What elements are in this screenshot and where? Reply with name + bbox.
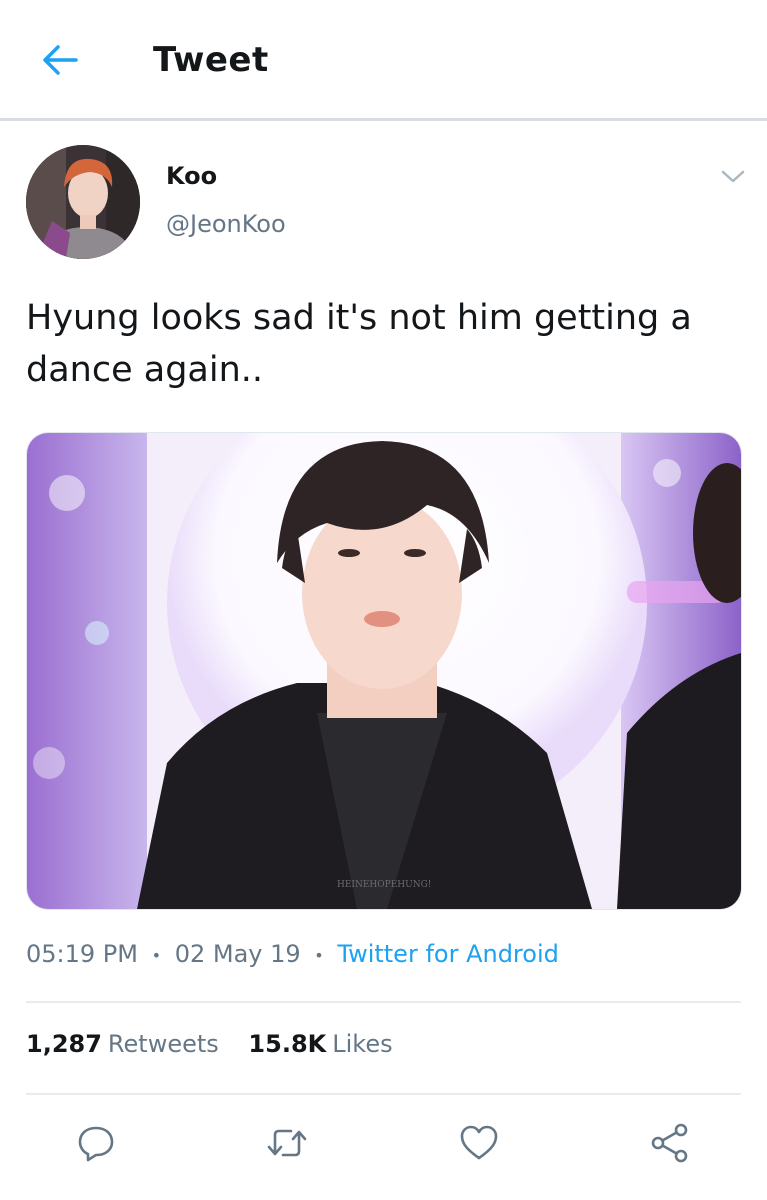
avatar-image xyxy=(26,145,140,259)
tweet-source-link[interactable]: Twitter for Android xyxy=(337,940,558,968)
top-app-bar: Tweet xyxy=(0,0,767,121)
tweet-meta: 05:19 PM • 02 May 19 • Twitter for Andro… xyxy=(26,940,559,968)
likes-count: 15.8K xyxy=(248,1030,327,1058)
author-display-name[interactable]: Koo xyxy=(166,162,217,190)
retweet-icon xyxy=(267,1129,307,1157)
like-button[interactable] xyxy=(454,1118,504,1168)
retweets-count: 1,287 xyxy=(26,1030,102,1058)
page-title: Tweet xyxy=(153,40,269,80)
tweet-detail-screen: Tweet Koo @JeonKoo Hyung looks sad it's … xyxy=(0,0,767,1200)
avatar[interactable] xyxy=(26,145,140,259)
share-button[interactable] xyxy=(645,1118,695,1168)
tweet-date: 02 May 19 xyxy=(174,940,301,968)
meta-separator: • xyxy=(151,945,162,965)
reply-icon xyxy=(78,1126,114,1162)
meta-separator: • xyxy=(314,945,324,965)
divider xyxy=(26,1001,741,1003)
tweet-media-photo[interactable]: HEINEHOPEHUNG! xyxy=(26,432,742,910)
arrow-left-icon xyxy=(43,45,78,75)
retweet-button[interactable] xyxy=(262,1118,312,1168)
divider xyxy=(26,1093,741,1095)
heart-icon xyxy=(460,1125,498,1160)
back-button[interactable] xyxy=(38,40,82,80)
share-icon xyxy=(651,1123,688,1163)
tweet-time: 05:19 PM xyxy=(26,940,138,968)
chevron-down-icon xyxy=(721,170,745,183)
retweets-label: Retweets xyxy=(107,1030,219,1058)
photo-image: HEINEHOPEHUNG! xyxy=(27,433,741,909)
reply-button[interactable] xyxy=(71,1118,121,1168)
tweet-text: Hyung looks sad it's not him getting a d… xyxy=(26,298,692,390)
author-handle[interactable]: @JeonKoo xyxy=(166,210,286,238)
retweets-stat[interactable]: 1,287 Retweets xyxy=(26,1030,219,1058)
tweet-options-button[interactable] xyxy=(716,162,750,192)
photo-watermark: HEINEHOPEHUNG! xyxy=(337,880,431,890)
likes-stat[interactable]: 15.8K Likes xyxy=(248,1030,392,1058)
likes-label: Likes xyxy=(332,1030,393,1058)
tweet-stats: 1,287 Retweets 15.8K Likes xyxy=(26,1030,393,1058)
